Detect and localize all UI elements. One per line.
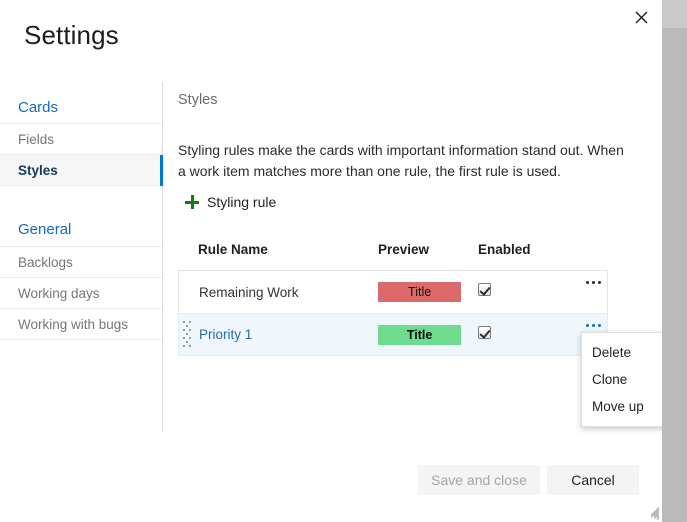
- save-and-close-button[interactable]: Save and close: [418, 465, 540, 495]
- section-description: Styling rules make the cards with import…: [178, 142, 624, 179]
- rule-enabled-cell: [477, 325, 568, 344]
- enabled-checkbox[interactable]: [477, 283, 491, 296]
- enabled-checkbox[interactable]: [477, 325, 491, 339]
- page-background-strip-top: [662, 0, 687, 28]
- table-row[interactable]: Remaining Work Title: [178, 270, 608, 313]
- sidebar-item-working-with-bugs[interactable]: Working with bugs: [0, 309, 162, 340]
- add-styling-rule-label: Styling rule: [207, 194, 277, 210]
- page-root: Settings Cards Fields Styles General Bac…: [0, 0, 687, 522]
- more-options-icon: [591, 323, 595, 327]
- table-body: Remaining Work Title Priority 1 Title: [178, 270, 608, 356]
- rule-preview-cell: Title: [378, 324, 478, 345]
- row-context-menu: Delete Clone Move up: [581, 332, 662, 427]
- rule-name-cell: Remaining Work: [199, 284, 299, 300]
- column-header-rule-name: Rule Name: [198, 241, 268, 257]
- sidebar-item-styles[interactable]: Styles: [0, 155, 163, 186]
- sidebar-item-label: Styles: [18, 163, 58, 178]
- more-options-icon: [597, 280, 601, 284]
- menu-item-delete[interactable]: Delete: [582, 339, 662, 366]
- page-title: Settings: [24, 20, 119, 50]
- sidebar-item-working-days[interactable]: Working days: [0, 278, 162, 309]
- rule-enabled-cell: [477, 283, 568, 301]
- add-styling-rule-button[interactable]: Styling rule: [185, 194, 276, 210]
- more-options-icon: [585, 280, 589, 284]
- nav-group-general[interactable]: General: [0, 213, 162, 247]
- sidebar-item-backlogs[interactable]: Backlogs: [0, 247, 162, 278]
- sidebar-item-label: Working with bugs: [18, 317, 129, 332]
- settings-dialog: Settings Cards Fields Styles General Bac…: [0, 0, 662, 522]
- sidebar-item-label: Working days: [18, 286, 100, 301]
- preview-chip: Title: [378, 282, 462, 302]
- settings-nav: Cards Fields Styles General Backlogs Wor…: [0, 90, 163, 340]
- rule-preview-cell: Title: [378, 282, 478, 302]
- more-options-button[interactable]: [581, 317, 605, 333]
- more-options-icon: [591, 280, 595, 284]
- more-options-button[interactable]: [581, 274, 605, 290]
- page-background-strip: [662, 0, 687, 522]
- column-header-preview: Preview: [378, 241, 430, 257]
- rule-name-cell: Priority 1: [199, 327, 253, 342]
- section-label: Styles: [178, 92, 218, 108]
- nav-group-cards[interactable]: Cards: [0, 90, 162, 124]
- column-header-enabled: Enabled: [478, 241, 531, 257]
- nav-divider: [162, 82, 163, 432]
- dialog-header: Settings: [0, 0, 662, 72]
- more-options-icon: [585, 323, 589, 327]
- cancel-button[interactable]: Cancel: [547, 465, 639, 495]
- rule-actions-cell: [567, 271, 607, 313]
- sidebar-item-label: Fields: [18, 132, 55, 147]
- nav-group-spacer: [0, 186, 162, 213]
- preview-chip: Title: [378, 324, 462, 345]
- close-icon: [635, 11, 647, 23]
- table-header-row: Rule Name Preview Enabled: [178, 236, 608, 262]
- settings-content: Styles Styling rules make the cards with…: [178, 92, 633, 214]
- table-row[interactable]: Priority 1 Title: [178, 313, 608, 356]
- menu-item-move-up[interactable]: Move up: [582, 393, 662, 420]
- menu-item-clone[interactable]: Clone: [582, 366, 662, 393]
- drag-handle[interactable]: [183, 321, 192, 349]
- styling-rules-table: Rule Name Preview Enabled Remaining Work…: [178, 236, 608, 356]
- dialog-footer: Save and close Cancel: [0, 440, 662, 522]
- sidebar-item-fields[interactable]: Fields: [0, 124, 162, 155]
- more-options-icon: [597, 323, 601, 327]
- sidebar-item-label: Backlogs: [18, 255, 73, 270]
- resize-grip-icon[interactable]: [648, 507, 660, 520]
- plus-icon: [185, 195, 199, 209]
- close-button[interactable]: [626, 2, 656, 32]
